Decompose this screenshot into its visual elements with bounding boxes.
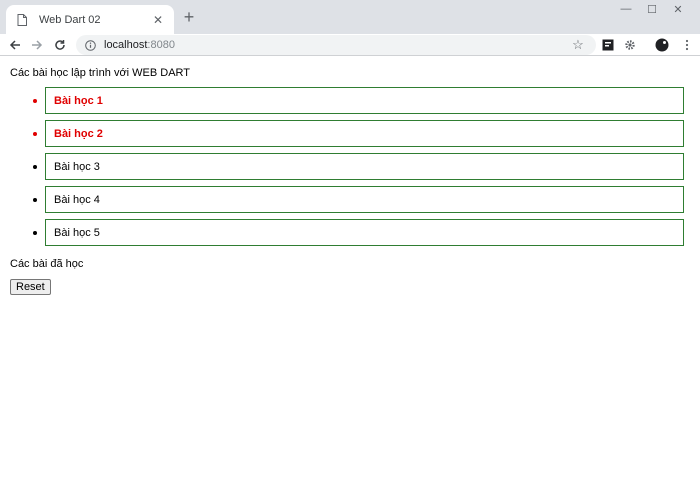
page-heading: Các bài học lập trình với WEB DART [10,67,191,79]
back-icon[interactable] [6,36,24,54]
lesson-item[interactable]: Bài học 1 [33,87,684,114]
address-bar[interactable]: localhost:8080 ☆ [76,35,596,55]
lesson-label: Bài học 1 [54,94,103,107]
forward-icon[interactable] [28,36,46,54]
page-icon [14,12,30,28]
lesson-list: Bài học 1 Bài học 2 Bài học 3 Bài học 4 Bài … [33,87,684,252]
lesson-item[interactable]: Bài học 5 [33,219,684,246]
url-text: localhost:8080 [104,39,175,51]
lesson-item[interactable]: Bài học 4 [33,186,684,213]
lesson-label: Bài học 3 [54,160,100,173]
settings-gear-icon[interactable] [622,37,638,53]
url-host: localhost [104,39,148,51]
list-bullet [33,132,37,136]
learned-heading: Các bài đã học [10,258,84,270]
browser-tab[interactable]: Web Dart 02 ✕ [6,5,174,34]
menu-kebab-icon[interactable] [679,37,695,53]
minimize-icon[interactable]: — [614,3,638,17]
lesson-label: Bài học 4 [54,193,100,206]
tab-close-icon[interactable]: ✕ [150,12,166,28]
window-close-icon[interactable]: ✕ [666,3,690,17]
list-bullet [33,231,37,235]
reload-icon[interactable] [51,36,69,54]
lesson-item[interactable]: Bài học 2 [33,120,684,147]
browser-toolbar: localhost:8080 ☆ [0,34,700,56]
url-port: :8080 [147,39,175,51]
lesson-label: Bài học 5 [54,226,100,239]
lesson-label: Bài học 2 [54,127,103,140]
profile-avatar[interactable] [654,37,670,53]
bookmark-star-icon[interactable]: ☆ [570,37,586,53]
new-tab-icon[interactable]: + [180,8,198,27]
list-bullet [33,99,37,103]
info-icon[interactable] [84,39,96,51]
reset-button[interactable]: Reset [10,279,51,295]
maximize-icon[interactable]: ☐ [640,3,664,17]
list-bullet [33,165,37,169]
list-bullet [33,198,37,202]
tab-title: Web Dart 02 [39,13,101,26]
extension-icon[interactable] [600,37,616,53]
page-content: Các bài học lập trình với WEB DART Bài h… [0,57,700,490]
lesson-item[interactable]: Bài học 3 [33,153,684,180]
tab-strip: Web Dart 02 ✕ + — ☐ ✕ [0,0,700,34]
